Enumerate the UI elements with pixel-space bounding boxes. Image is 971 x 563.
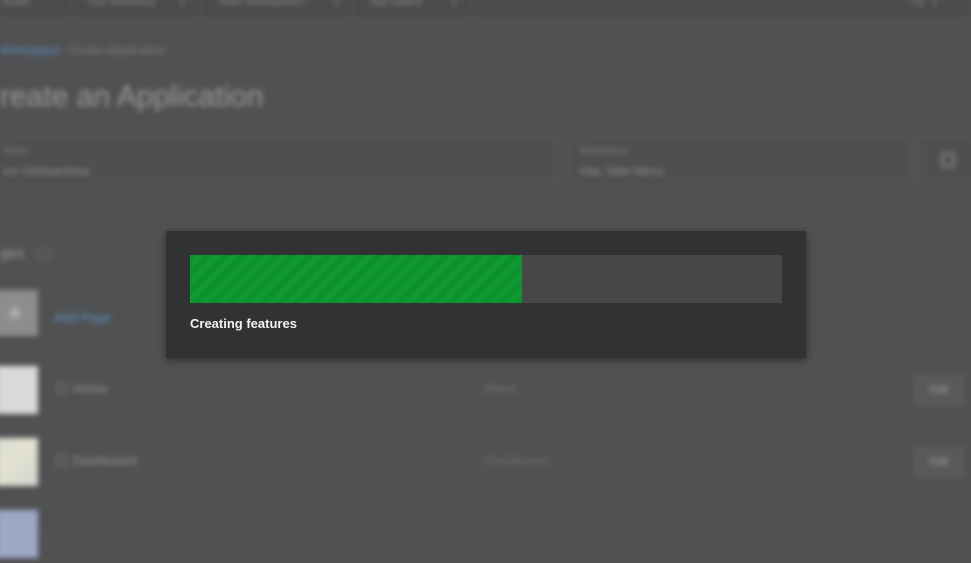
name-field-label: Name (3, 145, 28, 155)
page-row-dashboard: Dashboard Dashboard Edit (0, 434, 971, 491)
nav-separator (70, 0, 71, 14)
breadcrumb: Workspace Create Application (0, 43, 165, 57)
edit-appearance-button[interactable] (918, 136, 971, 186)
name-field-value: ion Olefsarsinea (3, 164, 90, 178)
page-row-home: Home Blank Edit (0, 362, 971, 419)
user-menu[interactable]: Pg (912, 0, 924, 13)
page-type: Blank (485, 381, 518, 396)
chevron-down-icon: ▾ (932, 0, 937, 8)
nav-separator (200, 0, 201, 14)
chevron-down-icon: ▾ (180, 0, 185, 8)
page-title: reate an Application (0, 80, 264, 113)
add-page-icon[interactable] (0, 290, 38, 336)
chevron-down-icon: ▾ (334, 0, 339, 8)
page-thumbnail (0, 438, 38, 486)
help-icon[interactable] (38, 247, 51, 260)
appearance-field-value: Vita, Side Menu (579, 164, 664, 178)
edit-page-button[interactable]: Edit (914, 375, 964, 405)
page-name: Home (73, 381, 108, 396)
chevron-down-icon: ▾ (452, 0, 457, 8)
breadcrumb-link-workspace[interactable]: Workspace (0, 43, 60, 57)
name-field[interactable]: Name ion Olefsarsinea (0, 136, 555, 186)
nav-tab-team-development[interactable]: Team Development (218, 0, 304, 13)
nav-separator (352, 0, 353, 14)
page-type: Dashboard (485, 453, 549, 468)
nav-separator (470, 0, 471, 14)
page-row-partial (0, 506, 971, 563)
dashboard-icon (56, 455, 67, 466)
add-page-link[interactable]: Add Page (54, 310, 111, 325)
edit-icon (941, 153, 955, 167)
appearance-field: Appearance Vita, Side Menu (570, 136, 910, 186)
progress-bar-fill (190, 255, 522, 303)
nav-tab-sql-workshop[interactable]: SQL Workshop (88, 0, 155, 13)
page-thumbnail (0, 510, 38, 558)
edit-page-button[interactable]: Edit (914, 447, 964, 477)
progress-bar-track (190, 255, 782, 303)
nav-tab-app-gallery[interactable]: App Gallery (370, 0, 422, 13)
progress-status-text: Creating features (190, 316, 297, 331)
appearance-field-label: Appearance (579, 145, 628, 155)
progress-dialog: Creating features (166, 231, 806, 358)
pages-heading: ges (0, 245, 25, 262)
home-icon (56, 383, 67, 394)
page-name: Dashboard (73, 453, 137, 468)
page-thumbnail (0, 366, 38, 414)
breadcrumb-current: Create Application (67, 43, 166, 57)
nav-tab-studio[interactable]: Studio (2, 0, 30, 13)
top-navigation-bar: Studio SQL Workshop ▾ Team Development ▾… (0, 0, 971, 15)
